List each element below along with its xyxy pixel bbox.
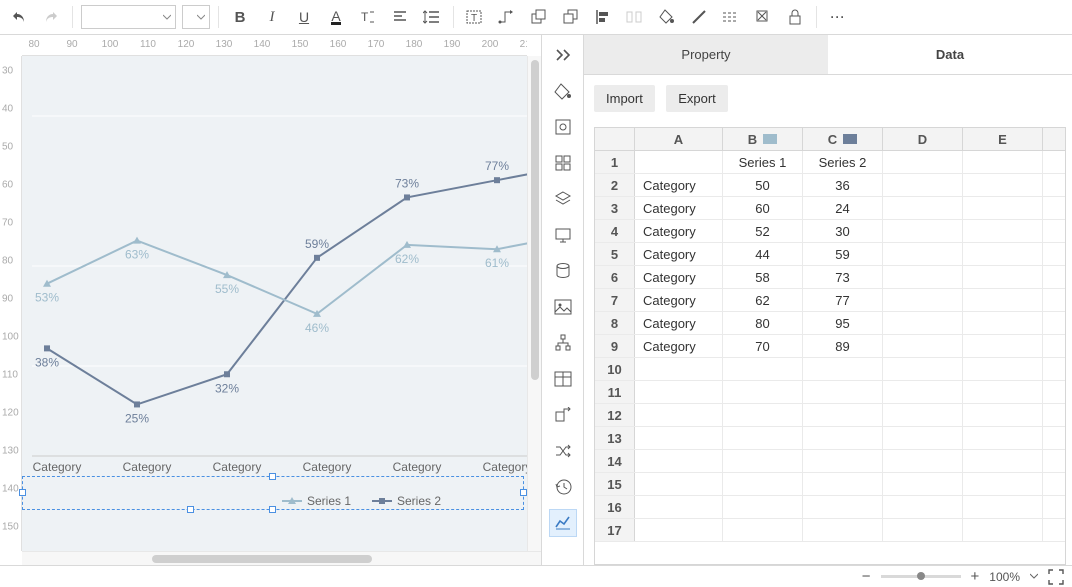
svg-text:Category: Category (33, 460, 82, 474)
table-row[interactable]: 8Category8095 (595, 312, 1065, 335)
svg-text:32%: 32% (215, 381, 239, 395)
image-tool[interactable] (549, 293, 577, 321)
svg-text:T: T (361, 10, 369, 24)
layers-tool[interactable] (549, 185, 577, 213)
connector-button[interactable] (494, 4, 520, 30)
canvas-scroll-h[interactable] (22, 551, 541, 565)
more-button[interactable]: ··· (825, 4, 851, 30)
table-row[interactable]: 4Category5230 (595, 220, 1065, 243)
line-button[interactable] (686, 4, 712, 30)
table-row[interactable]: 15 (595, 473, 1065, 496)
svg-text:77%: 77% (485, 159, 509, 173)
hierarchy-tool[interactable] (549, 329, 577, 357)
table-row[interactable]: 3Category6024 (595, 197, 1065, 220)
tab-property[interactable]: Property (584, 35, 828, 74)
font-family-select[interactable] (81, 5, 176, 29)
svg-text:62%: 62% (395, 252, 419, 266)
svg-text:53%: 53% (35, 291, 59, 305)
export-button[interactable]: Export (666, 85, 728, 112)
svg-text:63%: 63% (125, 248, 149, 262)
svg-text:59%: 59% (305, 237, 329, 251)
svg-text:Category: Category (393, 460, 442, 474)
collapse-button[interactable] (549, 41, 577, 69)
zoom-slider[interactable] (881, 575, 961, 578)
selection-box[interactable] (22, 476, 524, 510)
canvas-area: 8090100110120130140150160170180190200210… (0, 35, 542, 565)
status-bar: − + 100% (0, 565, 1072, 587)
svg-text:Category: Category (303, 460, 352, 474)
distribute-button[interactable] (622, 4, 648, 30)
svg-text:Category: Category (123, 460, 172, 474)
table-row[interactable]: 9Category7089 (595, 335, 1065, 358)
toolbar: B I U A T T (0, 0, 1072, 35)
presentation-tool[interactable] (549, 221, 577, 249)
svg-text:Category: Category (213, 460, 262, 474)
tab-data[interactable]: Data (828, 35, 1072, 74)
zoom-in-button[interactable]: + (971, 568, 980, 585)
transform-tool[interactable] (549, 401, 577, 429)
grid-tool[interactable] (549, 149, 577, 177)
ruler-horizontal: 8090100110120130140150160170180190200210 (22, 35, 527, 56)
table-row[interactable]: 6Category5873 (595, 266, 1065, 289)
shadow-button[interactable] (750, 4, 776, 30)
lock-button[interactable] (782, 4, 808, 30)
fill-button[interactable] (654, 4, 680, 30)
underline-button[interactable]: U (291, 4, 317, 30)
svg-text:38%: 38% (35, 355, 59, 369)
canvas-scroll-v[interactable] (527, 56, 541, 551)
bring-front-button[interactable] (526, 4, 552, 30)
table-row[interactable]: 11 (595, 381, 1065, 404)
send-back-button[interactable] (558, 4, 584, 30)
text-format-button[interactable]: T (355, 4, 381, 30)
zoom-label: 100% (989, 570, 1020, 584)
table-row[interactable]: 10 (595, 358, 1065, 381)
undo-button[interactable] (6, 4, 32, 30)
table-tool[interactable] (549, 365, 577, 393)
line-spacing-button[interactable] (419, 4, 445, 30)
table-row[interactable]: 5Category4459 (595, 243, 1065, 266)
ruler-vertical: 30405060708090100110120130140150 (0, 56, 22, 551)
settings-tool[interactable] (549, 113, 577, 141)
svg-text:46%: 46% (305, 321, 329, 335)
redo-button[interactable] (38, 4, 64, 30)
table-row[interactable]: 2Category5036 (595, 174, 1065, 197)
line-style-button[interactable] (718, 4, 744, 30)
fill-tool[interactable] (549, 77, 577, 105)
svg-text:61%: 61% (485, 256, 509, 270)
chart-tool[interactable] (549, 509, 577, 537)
import-button[interactable]: Import (594, 85, 655, 112)
table-row[interactable]: 1Series 1Series 2 (595, 151, 1065, 174)
table-row[interactable]: 12 (595, 404, 1065, 427)
right-panel: Property Data Import Export A B C D E 1S… (584, 35, 1072, 565)
table-row[interactable]: 14 (595, 450, 1065, 473)
svg-text:T: T (471, 13, 477, 24)
chart: 53%63%55%46%62%61%65%38%25%32%59%73%77%8… (22, 56, 542, 516)
table-row[interactable]: 16 (595, 496, 1065, 519)
zoom-out-button[interactable]: − (862, 568, 871, 585)
font-color-button[interactable]: A (323, 4, 349, 30)
data-grid[interactable]: A B C D E 1Series 1Series 22Category5036… (594, 127, 1066, 565)
svg-text:25%: 25% (125, 411, 149, 425)
database-tool[interactable] (549, 257, 577, 285)
fullscreen-button[interactable] (1048, 569, 1064, 585)
text-box-button[interactable]: T (462, 4, 488, 30)
zoom-dropdown-icon[interactable] (1030, 573, 1038, 581)
align-button[interactable] (387, 4, 413, 30)
svg-text:55%: 55% (215, 282, 239, 296)
font-size-select[interactable] (182, 5, 210, 29)
shuffle-tool[interactable] (549, 437, 577, 465)
align-left-tool[interactable] (590, 4, 616, 30)
bold-button[interactable]: B (227, 4, 253, 30)
canvas-page[interactable]: 53%63%55%46%62%61%65%38%25%32%59%73%77%8… (22, 56, 527, 551)
italic-button[interactable]: I (259, 4, 285, 30)
table-row[interactable]: 17 (595, 519, 1065, 542)
history-tool[interactable] (549, 473, 577, 501)
svg-text:Category: Category (483, 460, 532, 474)
table-row[interactable]: 7Category6277 (595, 289, 1065, 312)
svg-text:73%: 73% (395, 176, 419, 190)
table-row[interactable]: 13 (595, 427, 1065, 450)
quick-tools (542, 35, 584, 565)
